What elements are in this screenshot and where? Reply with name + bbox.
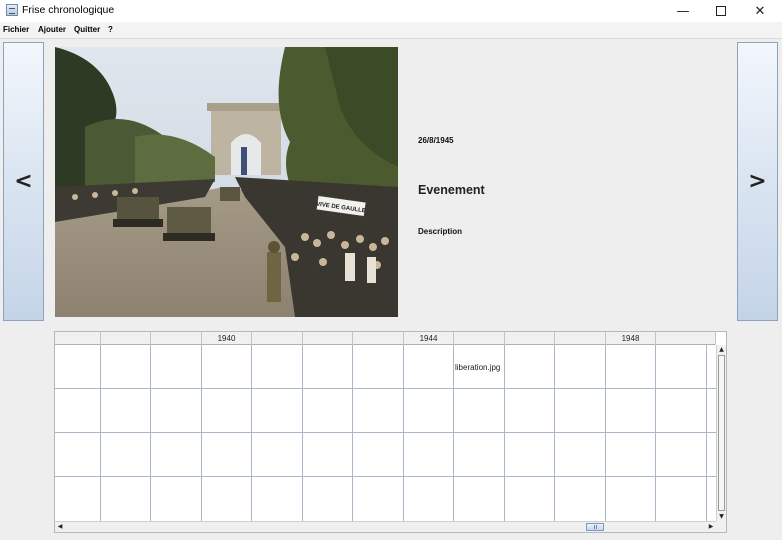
menu-bar: Fichier Ajouter Quitter ?	[0, 22, 782, 39]
timeline-header-cell[interactable]	[505, 332, 555, 345]
timeline-header-cell[interactable]	[454, 332, 505, 345]
timeline-header-cell[interactable]: 1948	[606, 332, 656, 345]
event-title: Evenement	[418, 183, 485, 197]
timeline-entry[interactable]: liberation.jpg	[455, 363, 500, 372]
grid-line	[403, 345, 404, 521]
app-window-icon	[6, 4, 18, 16]
chevron-left-icon: <	[14, 169, 33, 194]
grid-line	[655, 345, 656, 521]
timeline-header-cell[interactable]	[353, 332, 404, 345]
grid-line	[55, 476, 716, 477]
grid-line	[55, 432, 716, 433]
grid-line	[55, 388, 716, 389]
grid-line	[504, 345, 505, 521]
timeline-header-cell[interactable]	[303, 332, 353, 345]
scroll-up-icon[interactable]: ▲	[717, 345, 726, 354]
grid-line	[554, 345, 555, 521]
timeline-grid[interactable]: liberation.jpg	[55, 345, 716, 521]
vertical-scrollbar[interactable]: ▲ ▼	[716, 345, 726, 521]
vertical-scroll-thumb[interactable]	[718, 355, 725, 511]
horizontal-scrollbar[interactable]: ◀ ▶	[55, 521, 716, 532]
scroll-left-icon[interactable]: ◀	[55, 522, 65, 532]
timeline-header-cell[interactable]: 1944	[404, 332, 454, 345]
grid-line	[453, 345, 454, 521]
grid-line	[201, 345, 202, 521]
horizontal-scroll-thumb[interactable]	[586, 523, 604, 531]
grid-line	[706, 345, 707, 521]
grid-line	[605, 345, 606, 521]
grid-line	[302, 345, 303, 521]
grid-line	[251, 345, 252, 521]
event-photo: VIVE DE GAULLE	[55, 47, 398, 317]
timeline-header-cell[interactable]	[151, 332, 202, 345]
grid-line	[352, 345, 353, 521]
grid-line	[150, 345, 151, 521]
timeline-header-cell[interactable]	[656, 332, 716, 345]
timeline-header-cell[interactable]	[252, 332, 303, 345]
timeline-header-cell[interactable]	[55, 332, 101, 345]
previous-event-button[interactable]: <	[3, 42, 44, 321]
grid-line	[100, 345, 101, 521]
menu-help[interactable]: ?	[108, 25, 113, 34]
close-icon[interactable]: ✕	[741, 0, 779, 22]
menu-ajouter[interactable]: Ajouter	[38, 25, 66, 34]
next-event-button[interactable]: >	[737, 42, 778, 321]
menu-quitter[interactable]: Quitter	[74, 25, 100, 34]
timeline-header-cell[interactable]	[101, 332, 151, 345]
minimize-icon[interactable]: —	[664, 0, 702, 22]
title-bar: Frise chronologique — ✕	[0, 0, 782, 22]
window-title: Frise chronologique	[22, 4, 115, 16]
event-description: Description	[418, 227, 463, 236]
menu-fichier[interactable]: Fichier	[3, 25, 29, 34]
event-date: 26/8/1945	[418, 136, 454, 145]
chevron-right-icon: >	[748, 169, 767, 194]
scroll-right-icon[interactable]: ▶	[706, 522, 716, 532]
timeline-header-cell[interactable]: 1940	[202, 332, 252, 345]
scroll-down-icon[interactable]: ▼	[717, 512, 726, 521]
timeline-table[interactable]: 1940 1944 1948 liberation.jpg ▲ ▼ ◀ ▶	[54, 331, 727, 533]
timeline-header: 1940 1944 1948	[55, 332, 716, 345]
timeline-header-cell[interactable]	[555, 332, 606, 345]
maximize-icon[interactable]	[702, 0, 740, 22]
scroll-corner	[716, 521, 726, 532]
